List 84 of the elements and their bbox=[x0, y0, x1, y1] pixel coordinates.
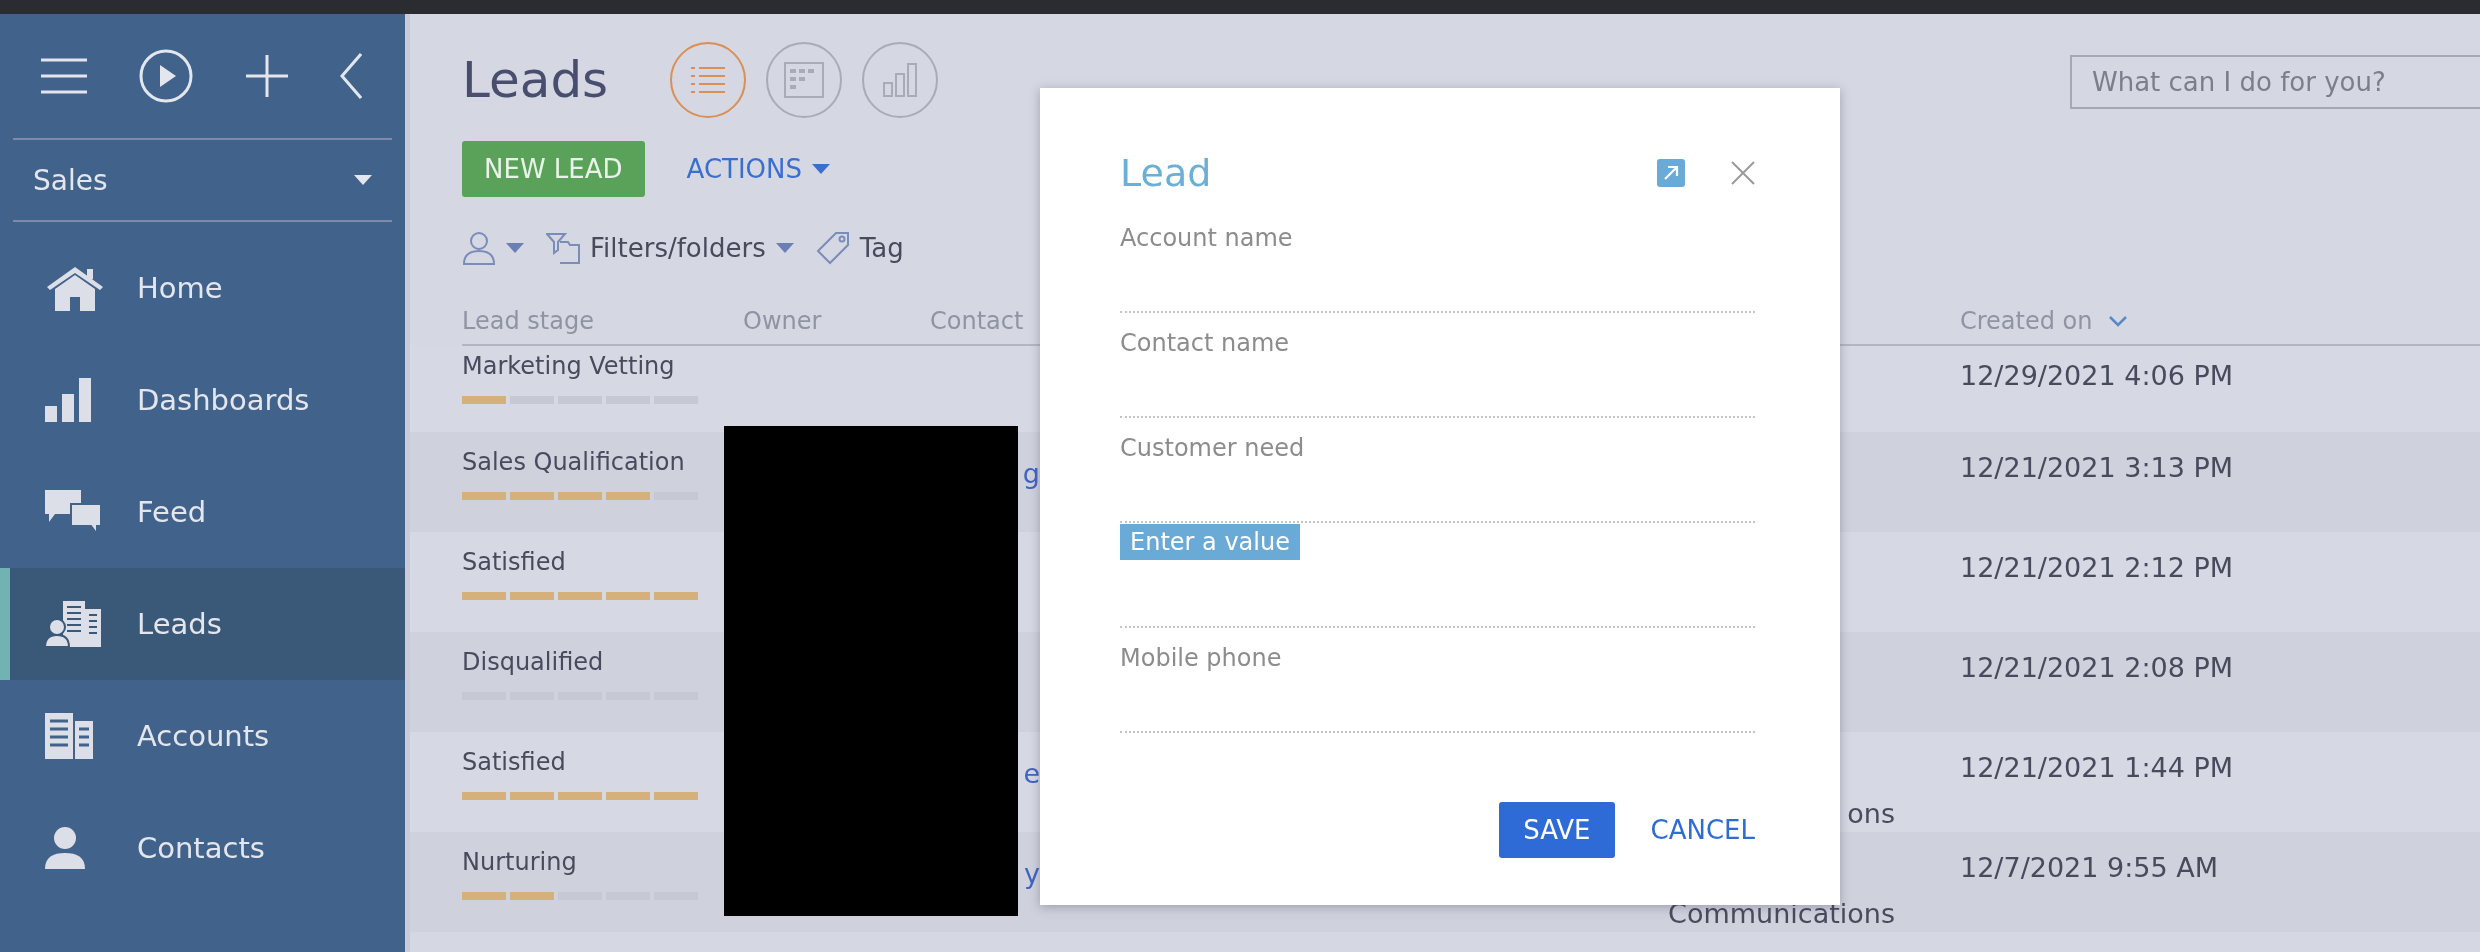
contact-link[interactable]: y bbox=[1024, 860, 1040, 887]
view-button[interactable] bbox=[862, 42, 939, 118]
person-icon bbox=[45, 827, 85, 869]
tag-icon bbox=[815, 231, 850, 265]
created-date: 12/29/2021 4:06 PM bbox=[1960, 359, 2234, 391]
lead-stage: Marketing Vetting bbox=[462, 352, 675, 380]
toolbar-button[interactable] bbox=[245, 55, 288, 97]
house-icon bbox=[45, 265, 105, 311]
close-button[interactable] bbox=[1731, 161, 1755, 185]
menu-icon bbox=[41, 58, 87, 94]
nav-label: Dashboards bbox=[137, 383, 310, 417]
list-icon bbox=[691, 66, 726, 94]
created-date: 12/21/2021 2:12 PM bbox=[1960, 551, 2234, 583]
field-label: Account name bbox=[1120, 224, 1294, 252]
view-button[interactable] bbox=[766, 42, 843, 118]
lead-stage: Satisfied bbox=[462, 748, 566, 776]
nav-item[interactable]: Accounts bbox=[0, 680, 405, 792]
nav-item[interactable]: Contacts bbox=[0, 792, 405, 904]
created-date: 12/21/2021 3:13 PM bbox=[1960, 451, 2234, 483]
caret-icon bbox=[354, 175, 372, 185]
table-cell: Communications bbox=[1668, 900, 1895, 927]
filter-button[interactable]: Filters/folders bbox=[546, 232, 794, 264]
bar-chart-icon bbox=[45, 378, 91, 422]
caret-icon bbox=[775, 243, 794, 253]
expand-icon bbox=[1657, 159, 1685, 187]
plus-icon bbox=[245, 55, 288, 97]
column-header: Owner bbox=[743, 307, 823, 335]
sort-down-icon bbox=[2108, 315, 2127, 327]
lead-stage: Sales Qualification bbox=[462, 448, 685, 476]
page-title: Leads bbox=[462, 51, 609, 109]
actions-button[interactable]: ACTIONS bbox=[686, 154, 831, 184]
form-field[interactable]: Account name bbox=[1120, 208, 1755, 313]
form-field[interactable]: Mobile phone bbox=[1120, 628, 1755, 733]
caret-icon bbox=[812, 164, 831, 174]
new-lead-button[interactable]: NEW LEAD bbox=[462, 141, 645, 197]
lead-stage: Disqualified bbox=[462, 648, 604, 676]
search-field[interactable]: What can I do for you? bbox=[2070, 55, 2480, 109]
nav-label: Accounts bbox=[137, 719, 270, 753]
column-header: Lead stage bbox=[462, 307, 595, 335]
toolbar-button[interactable] bbox=[41, 58, 87, 94]
person-building-icon bbox=[45, 601, 103, 647]
nav-item[interactable]: Feed bbox=[0, 456, 405, 568]
created-date: 12/21/2021 2:08 PM bbox=[1960, 651, 2234, 683]
nav-item[interactable]: Dashboards bbox=[0, 344, 405, 456]
column-header: Created on bbox=[1960, 307, 2093, 335]
funnel-folder-icon bbox=[546, 232, 580, 264]
close-icon bbox=[1731, 161, 1755, 185]
column-header: Contact bbox=[930, 307, 1025, 335]
field-label: Contact name bbox=[1120, 329, 1291, 357]
toolbar-button[interactable] bbox=[340, 53, 362, 99]
table-cell: ons bbox=[1847, 800, 1895, 827]
nav-item[interactable]: Leads bbox=[0, 568, 405, 680]
nav-label: Home bbox=[137, 271, 223, 305]
lead-stage: Satisfied bbox=[462, 548, 566, 576]
created-date: 12/7/2021 9:55 AM bbox=[1960, 851, 2219, 883]
filter-button[interactable] bbox=[462, 231, 524, 265]
contact-link[interactable]: e bbox=[1023, 760, 1040, 787]
building-icon bbox=[45, 713, 93, 759]
filter-button[interactable]: Tag bbox=[815, 231, 904, 265]
save-button[interactable]: SAVE bbox=[1499, 802, 1615, 858]
chevron-left-icon bbox=[340, 53, 362, 99]
workplace-dropdown[interactable]: Sales bbox=[13, 140, 392, 222]
toolbar-button[interactable] bbox=[139, 49, 194, 103]
contact-link[interactable]: g bbox=[1022, 460, 1040, 487]
form-field[interactable]: Contact name bbox=[1120, 313, 1755, 418]
person-icon bbox=[462, 231, 496, 265]
nav-label: Leads bbox=[137, 607, 222, 641]
validation-tooltip: Enter a value bbox=[1120, 524, 1300, 560]
nav-item[interactable]: Home bbox=[0, 232, 405, 344]
dialog-title: Lead bbox=[1120, 151, 1212, 195]
created-date: 12/21/2021 1:44 PM bbox=[1960, 751, 2234, 783]
view-button[interactable] bbox=[670, 42, 747, 118]
lead-stage: Nurturing bbox=[462, 848, 577, 876]
field-label: Customer need bbox=[1120, 434, 1306, 462]
open-full-button[interactable] bbox=[1657, 159, 1685, 187]
nav-label: Contacts bbox=[137, 831, 265, 865]
nav-label: Feed bbox=[137, 495, 207, 529]
caret-icon bbox=[506, 243, 524, 253]
play-icon bbox=[139, 49, 194, 103]
chat-bubbles-icon bbox=[45, 490, 101, 534]
field-label: Mobile phone bbox=[1120, 644, 1283, 672]
bar-chart-icon bbox=[883, 63, 918, 97]
board-icon bbox=[784, 62, 825, 98]
cancel-button[interactable]: CANCEL bbox=[1650, 815, 1755, 845]
